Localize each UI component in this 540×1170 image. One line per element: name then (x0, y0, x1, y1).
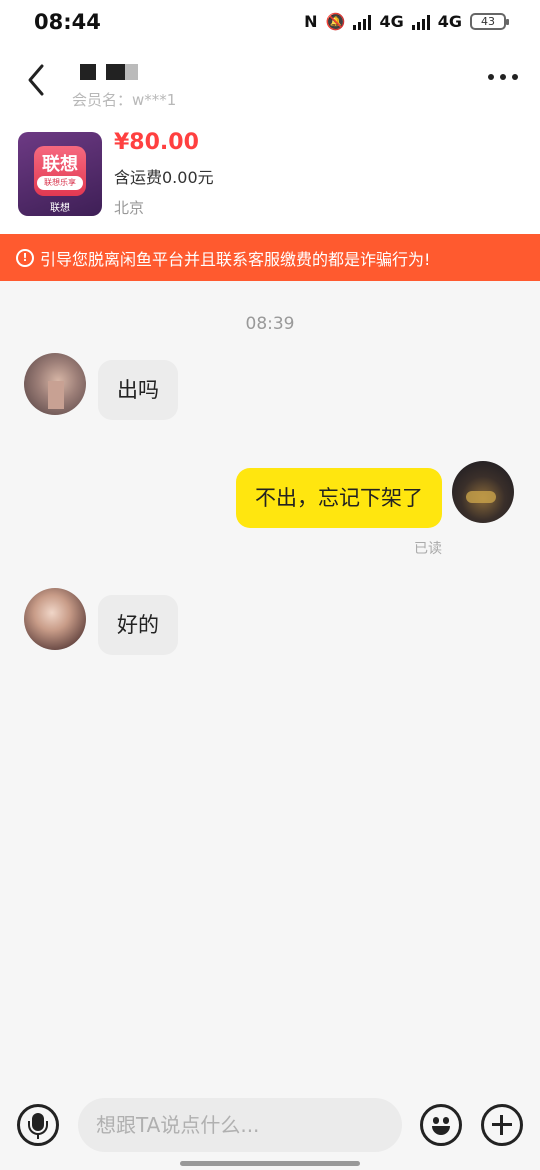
network-type-2: 4G (437, 12, 462, 31)
status-icons: N 🔕 4G 4G 43 (304, 12, 509, 31)
avatar[interactable] (452, 461, 514, 523)
status-bar: 08:44 N 🔕 4G 4G 43 (0, 0, 540, 48)
fraud-warning-banner: ! 引导您脱离闲鱼平台并且联系客服缴费的都是诈骗行为! (0, 234, 540, 281)
avatar[interactable] (24, 588, 86, 650)
message-bubble[interactable]: 好的 (98, 595, 178, 655)
more-button[interactable] (488, 74, 518, 80)
voice-button[interactable] (17, 1104, 59, 1146)
status-time: 08:44 (34, 10, 101, 34)
product-image[interactable]: 联想 联想乐享 联想 (18, 132, 102, 216)
emoji-icon (433, 1117, 439, 1124)
message-bubble[interactable]: 出吗 (98, 360, 178, 420)
battery-icon: 43 (470, 13, 509, 30)
home-indicator[interactable] (180, 1161, 360, 1166)
product-price: ¥80.00 (114, 130, 199, 155)
warning-icon: ! (16, 248, 34, 267)
member-name: 会员名：w***1 (72, 91, 177, 109)
message-timestamp: 08:39 (245, 314, 295, 334)
product-image-logo: 联想 (42, 154, 78, 175)
message-bubble[interactable]: 不出，忘记下架了 (236, 468, 442, 528)
product-image-pill: 联想乐享 (37, 176, 83, 190)
input-bar (0, 1090, 540, 1170)
signal-icon (411, 14, 430, 30)
emoji-button[interactable] (420, 1104, 462, 1146)
product-image-caption: 联想 (50, 203, 70, 214)
nfc-icon: N (304, 12, 318, 31)
back-icon (28, 64, 44, 96)
product-location: 北京 (114, 199, 145, 217)
more-icon (488, 74, 494, 80)
mute-icon: 🔕 (325, 12, 346, 31)
message-input[interactable] (78, 1098, 402, 1152)
read-receipt: 已读 (414, 541, 442, 557)
shipping-fee: 含运费0.00元 (114, 168, 214, 187)
network-type-1: 4G (379, 12, 404, 31)
product-card[interactable]: 联想 联想乐享 联想 ¥80.00 含运费0.00元 北京 (0, 116, 540, 234)
back-button[interactable] (20, 58, 56, 102)
avatar[interactable] (24, 353, 86, 415)
more-actions-button[interactable] (481, 1104, 523, 1146)
chat-header: 会员名：w***1 (0, 48, 540, 116)
warning-text: 引导您脱离闲鱼平台并且联系客服缴费的都是诈骗行为! (40, 249, 431, 269)
contact-name-redacted (80, 64, 138, 80)
signal-icon (353, 14, 372, 30)
